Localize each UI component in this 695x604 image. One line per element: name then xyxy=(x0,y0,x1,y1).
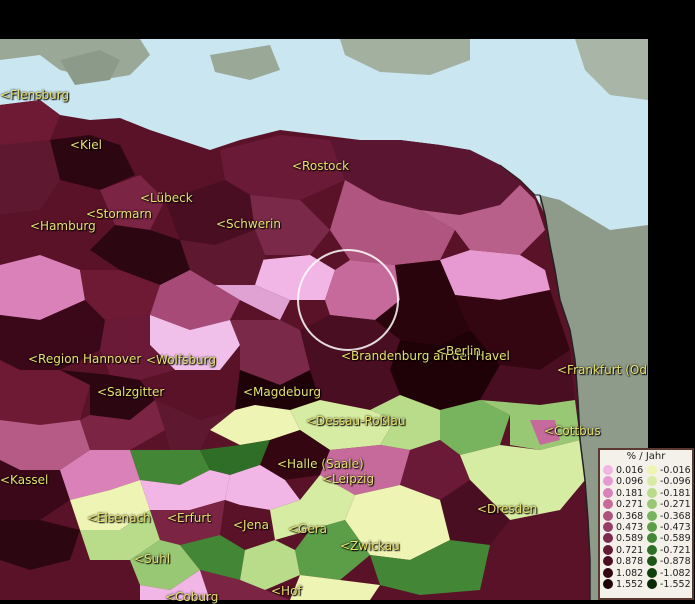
legend-swatch xyxy=(647,579,657,589)
legend-swatch xyxy=(647,533,657,544)
city-label-hof[interactable]: <Hof xyxy=(271,584,302,598)
legend-swatch xyxy=(603,465,613,475)
city-label-coburg[interactable]: <Coburg xyxy=(165,590,218,604)
legend-swatch xyxy=(603,522,613,532)
city-label-eisenach[interactable]: <Eisenach xyxy=(87,511,151,525)
city-label-jena[interactable]: <Jena xyxy=(233,518,269,532)
legend-swatch xyxy=(647,522,657,532)
legend-swatch xyxy=(603,533,613,544)
legend-value: 0.016 xyxy=(616,465,644,476)
city-label-frankfurt-oder[interactable]: <Frankfurt (Oder) xyxy=(557,363,647,377)
legend-swatch xyxy=(647,510,657,521)
legend-swatch xyxy=(603,556,613,567)
city-label-dessau-rosslau[interactable]: <Dessau-Roßlau xyxy=(306,414,405,428)
legend-value: -0.096 xyxy=(660,476,691,488)
legend-value: 0.473 xyxy=(616,522,644,533)
city-label-luebeck[interactable]: <Lübeck xyxy=(140,191,193,205)
city-label-kassel[interactable]: <Kassel xyxy=(0,473,48,487)
legend-swatch xyxy=(647,465,657,475)
legend-swatch xyxy=(647,556,657,567)
city-label-suhl[interactable]: <Suhl xyxy=(134,552,170,566)
legend-value: -0.878 xyxy=(660,556,691,568)
legend-value: -0.368 xyxy=(660,510,691,522)
city-label-brandenburg[interactable]: <Brandenburg an der Havel xyxy=(341,349,510,363)
legend-value: 0.271 xyxy=(616,499,644,511)
legend-value: -0.271 xyxy=(660,499,691,511)
city-label-wolfsburg[interactable]: <Wolfsburg xyxy=(146,353,216,367)
legend-value: 0.181 xyxy=(616,487,644,499)
legend-swatch xyxy=(647,544,657,555)
city-label-kiel[interactable]: <Kiel xyxy=(70,138,102,152)
legend-value: -0.589 xyxy=(660,533,691,545)
legend-value: 0.878 xyxy=(616,556,644,568)
legend-value: -1.082 xyxy=(660,567,691,579)
city-label-berlin[interactable]: <Berlin xyxy=(436,344,481,358)
legend-value: -1.552 xyxy=(660,579,691,590)
city-label-cottbus[interactable]: <Cottbus xyxy=(544,424,601,438)
city-label-leipzig[interactable]: <Leipzig xyxy=(322,472,374,486)
legend-value: -0.181 xyxy=(660,487,691,499)
legend-swatch xyxy=(603,544,613,555)
region-schweinfurt xyxy=(0,560,100,600)
top-black-bar xyxy=(0,0,695,39)
legend-value: -0.016 xyxy=(660,465,691,476)
city-label-salzgitter[interactable]: <Salzgitter xyxy=(97,385,164,399)
legend-swatch xyxy=(603,487,613,498)
legend-swatch xyxy=(647,567,657,578)
city-label-dresden[interactable]: <Dresden xyxy=(477,502,537,516)
legend-swatch xyxy=(647,476,657,487)
legend-title: % / Jahr xyxy=(626,451,666,462)
legend-swatch xyxy=(603,510,613,521)
legend-value: 0.721 xyxy=(616,544,644,556)
city-label-zwickau[interactable]: <Zwickau xyxy=(340,539,400,553)
legend-swatch xyxy=(603,476,613,487)
legend-value: -0.473 xyxy=(660,522,691,533)
legend-value: 1.552 xyxy=(616,579,644,590)
legend-value: 1.082 xyxy=(616,567,644,579)
legend-swatch xyxy=(603,579,613,589)
city-label-schwerin[interactable]: <Schwerin xyxy=(216,217,281,231)
legend-swatch xyxy=(647,499,657,510)
city-label-halle-saale[interactable]: <Halle (Saale) xyxy=(277,457,364,471)
city-label-erfurt[interactable]: <Erfurt xyxy=(167,511,211,525)
city-label-rostock[interactable]: <Rostock xyxy=(292,159,349,173)
city-label-region-hannover[interactable]: <Region Hannover xyxy=(28,352,141,366)
legend: % / Jahr 0.016 -0.016 0.096 -0.096 0.181 -0.1… xyxy=(598,448,694,600)
city-label-magdeburg[interactable]: <Magdeburg xyxy=(243,385,321,399)
legend-swatch xyxy=(647,487,657,498)
city-label-hamburg[interactable]: <Hamburg xyxy=(30,219,96,233)
city-label-gera[interactable]: <Gera xyxy=(288,522,327,536)
legend-value: 0.096 xyxy=(616,476,644,488)
legend-value: -0.721 xyxy=(660,544,691,556)
legend-value: 0.368 xyxy=(616,510,644,522)
legend-swatch xyxy=(603,499,613,510)
legend-value: 0.589 xyxy=(616,533,644,545)
legend-swatch xyxy=(603,567,613,578)
city-label-flensburg[interactable]: <Flensburg xyxy=(0,88,69,102)
